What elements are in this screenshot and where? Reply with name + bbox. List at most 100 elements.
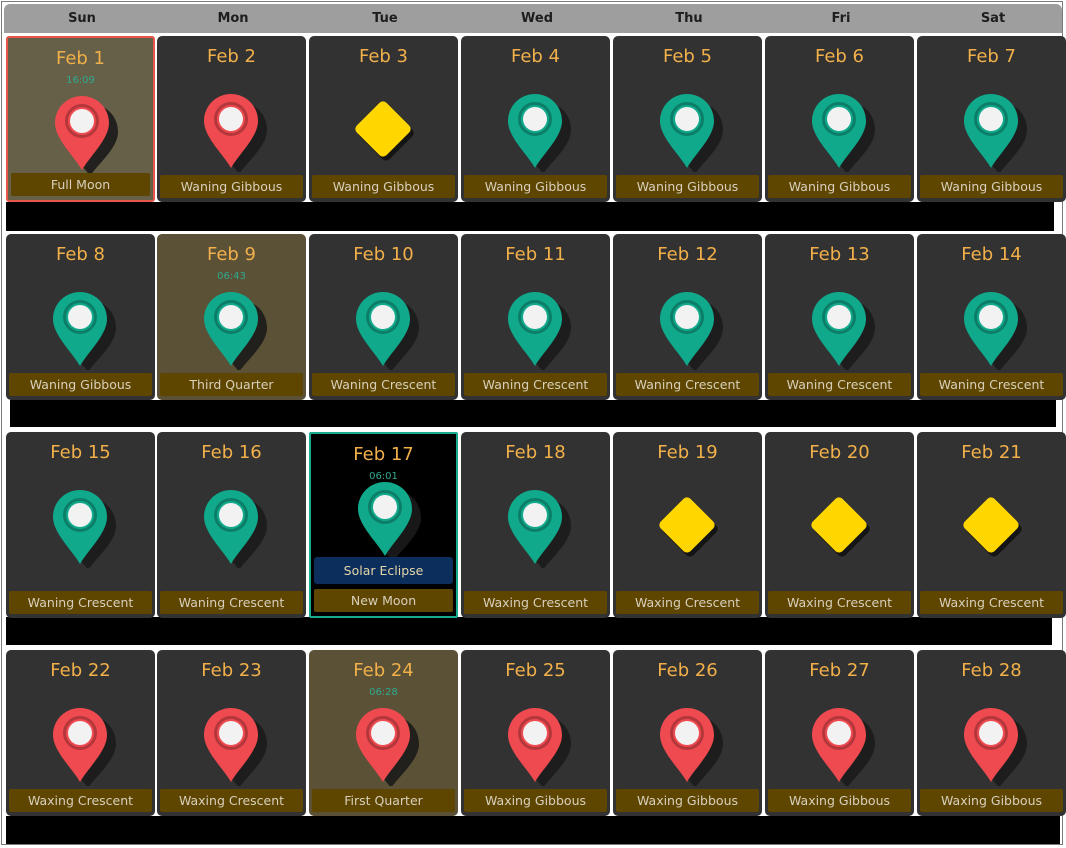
day-cell-feb-22[interactable]: Feb 22 Waxing Crescent [6,650,155,816]
day-cell-feb-19[interactable]: Feb 19 Waxing Crescent [613,432,762,618]
phase-time: 06:28 [369,687,398,698]
day-cell-feb-2[interactable]: Feb 2 Waning Gibbous [157,36,306,202]
moon-phase-label: Waxing Crescent [920,591,1063,614]
yellow-diamond-icon [651,488,723,568]
day-date: Feb 21 [961,442,1022,463]
week-separator-band [6,816,1060,844]
day-cell-feb-17[interactable]: Feb 17 06:01 Solar Eclipse New Moon [309,432,458,618]
day-cell-feb-21[interactable]: Feb 21 Waxing Crescent [917,432,1066,618]
day-date: Feb 24 [353,660,414,681]
day-date: Feb 26 [657,660,718,681]
day-date: Feb 16 [201,442,262,463]
day-cell-feb-13[interactable]: Feb 13 Waning Crescent [765,234,914,400]
week-separator-band [6,202,1054,231]
green-pin-icon [347,290,419,372]
moon-phase-label: Third Quarter [160,373,303,396]
day-cell-feb-28[interactable]: Feb 28 Waxing Gibbous [917,650,1066,816]
day-cell-feb-4[interactable]: Feb 4 Waning Gibbous [461,36,610,202]
moon-phase-label: Waxing Gibbous [920,789,1063,812]
day-date: Feb 18 [505,442,566,463]
moon-phase-label: Waning Gibbous [616,175,759,198]
moon-phase-label: First Quarter [312,789,455,812]
moon-phase-label: Waxing Crescent [616,591,759,614]
green-pin-icon [499,92,571,174]
red-pin-icon [651,706,723,788]
day-cell-feb-9[interactable]: Feb 9 06:43 Third Quarter [157,234,306,400]
moon-phase-label: Waxing Crescent [464,591,607,614]
weekday-wed: Wed [521,11,553,26]
day-cell-feb-20[interactable]: Feb 20 Waxing Crescent [765,432,914,618]
moon-phase-label: Waxing Gibbous [616,789,759,812]
day-cell-feb-15[interactable]: Feb 15 Waning Crescent [6,432,155,618]
day-cell-feb-6[interactable]: Feb 6 Waning Gibbous [765,36,914,202]
moon-phase-label: Waning Gibbous [9,373,152,396]
day-date: Feb 7 [966,46,1017,67]
red-pin-icon [803,706,875,788]
day-date: Feb 2 [206,46,257,67]
green-pin-icon [195,290,267,372]
day-date: Feb 3 [358,46,409,67]
day-date: Feb 5 [662,46,713,67]
day-date: Feb 15 [50,442,111,463]
week-separator-band [10,400,1056,427]
moon-phase-label: Waning Crescent [9,591,152,614]
moon-phase-label: Waxing Crescent [768,591,911,614]
moon-phase-label: Waning Crescent [464,373,607,396]
day-cell-feb-26[interactable]: Feb 26 Waxing Gibbous [613,650,762,816]
moon-phase-label: Waxing Crescent [160,789,303,812]
day-date: Feb 28 [961,660,1022,681]
day-date: Feb 20 [809,442,870,463]
day-date: Feb 23 [201,660,262,681]
week-separator-band [6,617,1052,645]
day-cell-feb-3[interactable]: Feb 3 Waning Gibbous [309,36,458,202]
day-cell-feb-8[interactable]: Feb 8 Waning Gibbous [6,234,155,400]
event-badge[interactable]: Solar Eclipse [314,557,453,584]
green-pin-icon [955,290,1027,372]
day-cell-feb-5[interactable]: Feb 5 Waning Gibbous [613,36,762,202]
moon-phase-label: Waning Gibbous [464,175,607,198]
day-cell-feb-1[interactable]: Feb 1 16:09 Full Moon [6,36,155,202]
day-date: Feb 11 [505,244,566,265]
moon-phase-label: Waxing Crescent [9,789,152,812]
day-cell-feb-7[interactable]: Feb 7 Waning Gibbous [917,36,1066,202]
green-pin-icon [349,480,421,562]
yellow-diamond-icon [955,488,1027,568]
yellow-diamond-icon [803,488,875,568]
weekday-header: Sun Mon Tue Wed Thu Fri Sat [4,4,1062,33]
moon-phase-label: New Moon [314,589,453,612]
day-date: Feb 25 [505,660,566,681]
day-cell-feb-10[interactable]: Feb 10 Waning Crescent [309,234,458,400]
red-pin-icon [195,706,267,788]
green-pin-icon [499,290,571,372]
moon-phase-label: Waning Crescent [616,373,759,396]
day-cell-feb-12[interactable]: Feb 12 Waning Crescent [613,234,762,400]
day-cell-feb-18[interactable]: Feb 18 Waxing Crescent [461,432,610,618]
day-date: Feb 12 [657,244,718,265]
red-pin-icon [195,92,267,174]
phase-time: 16:09 [66,75,95,86]
red-pin-icon [499,706,571,788]
green-pin-icon [651,92,723,174]
day-date: Feb 17 [353,444,414,465]
weekday-thu: Thu [675,11,703,26]
moon-phase-label: Full Moon [11,173,150,196]
red-pin-icon [347,706,419,788]
green-pin-icon [955,92,1027,174]
day-cell-feb-14[interactable]: Feb 14 Waning Crescent [917,234,1066,400]
day-date: Feb 8 [55,244,106,265]
day-cell-feb-24[interactable]: Feb 24 06:28 First Quarter [309,650,458,816]
day-cell-feb-27[interactable]: Feb 27 Waxing Gibbous [765,650,914,816]
yellow-diamond-icon [347,92,419,172]
day-cell-feb-25[interactable]: Feb 25 Waxing Gibbous [461,650,610,816]
day-date: Feb 14 [961,244,1022,265]
green-pin-icon [499,488,571,570]
weekday-sat: Sat [980,11,1006,26]
day-date: Feb 13 [809,244,870,265]
day-cell-feb-23[interactable]: Feb 23 Waxing Crescent [157,650,306,816]
day-date: Feb 19 [657,442,718,463]
red-pin-icon [44,706,116,788]
moon-phase-label: Waning Gibbous [920,175,1063,198]
day-cell-feb-11[interactable]: Feb 11 Waning Crescent [461,234,610,400]
green-pin-icon [44,290,116,372]
day-cell-feb-16[interactable]: Feb 16 Waning Crescent [157,432,306,618]
